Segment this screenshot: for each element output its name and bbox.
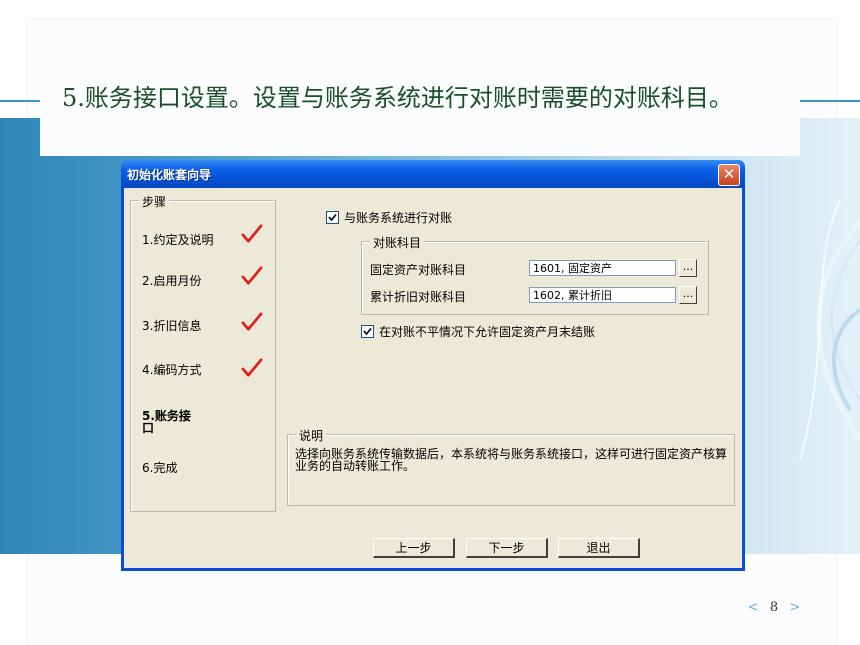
close-icon: ✕ xyxy=(722,165,736,183)
step-1: 1.约定及说明 xyxy=(142,233,214,247)
check-mark-icon xyxy=(241,224,263,243)
step-3: 3.折旧信息 xyxy=(142,319,202,333)
reconcile-checkbox[interactable]: 与账务系统进行对账 xyxy=(326,209,452,226)
description-text: 选择向账务系统传输数据后，本系统将与账务系统接口，这样可进行固定资产核算业务的自… xyxy=(295,447,728,473)
step-4: 4.编码方式 xyxy=(142,363,202,377)
description-legend: 说明 xyxy=(296,427,327,444)
allow-close-checkbox[interactable]: 在对账不平情况下允许固定资产月末结账 xyxy=(361,323,595,340)
title-rule-right xyxy=(790,100,860,102)
fixed-asset-browse-button[interactable]: ... xyxy=(679,259,697,277)
close-button[interactable]: ✕ xyxy=(718,164,740,186)
next-slide-arrow-icon[interactable]: > xyxy=(784,600,806,615)
decorative-swirl xyxy=(770,200,860,460)
allow-close-checkbox-label: 在对账不平情况下允许固定资产月末结账 xyxy=(379,325,596,339)
prev-slide-arrow-icon[interactable]: < xyxy=(742,600,764,615)
subjects-legend: 对账科目 xyxy=(370,234,425,251)
step-5-current: 5.账务接口 xyxy=(142,409,191,435)
depreciation-field[interactable]: 1602, 累计折旧 xyxy=(529,287,676,303)
exit-button[interactable]: 退出 xyxy=(558,538,640,558)
page-number: 8 xyxy=(769,600,779,615)
next-button[interactable]: 下一步 xyxy=(466,538,548,558)
fixed-asset-field[interactable]: 1601, 固定资产 xyxy=(529,260,676,276)
steps-legend: 步骤 xyxy=(139,193,170,210)
step-2: 2.启用月份 xyxy=(142,274,202,288)
slide-pager: <8 > xyxy=(742,600,806,615)
depreciation-browse-button[interactable]: ... xyxy=(679,286,697,304)
slide-title: 5.账务接口设置。设置与账务系统进行对账时需要的对账科目。 xyxy=(62,84,733,112)
prev-button[interactable]: 上一步 xyxy=(373,538,455,558)
dialog-titlebar[interactable]: 初始化账套向导 ✕ xyxy=(121,160,745,188)
depreciation-label: 累计折旧对账科目 xyxy=(370,290,467,304)
checkbox-box[interactable] xyxy=(326,211,339,224)
fixed-asset-label: 固定资产对账科目 xyxy=(370,263,467,277)
check-mark-icon xyxy=(241,266,263,285)
reconcile-checkbox-label: 与账务系统进行对账 xyxy=(344,211,453,225)
dialog-title: 初始化账套向导 xyxy=(127,168,212,182)
checkbox-box[interactable] xyxy=(361,325,374,338)
step-6: 6.完成 xyxy=(142,461,178,475)
check-mark-icon xyxy=(241,358,263,377)
checkmark-icon xyxy=(328,213,337,222)
check-mark-icon xyxy=(241,312,263,331)
checkmark-icon xyxy=(363,327,372,336)
